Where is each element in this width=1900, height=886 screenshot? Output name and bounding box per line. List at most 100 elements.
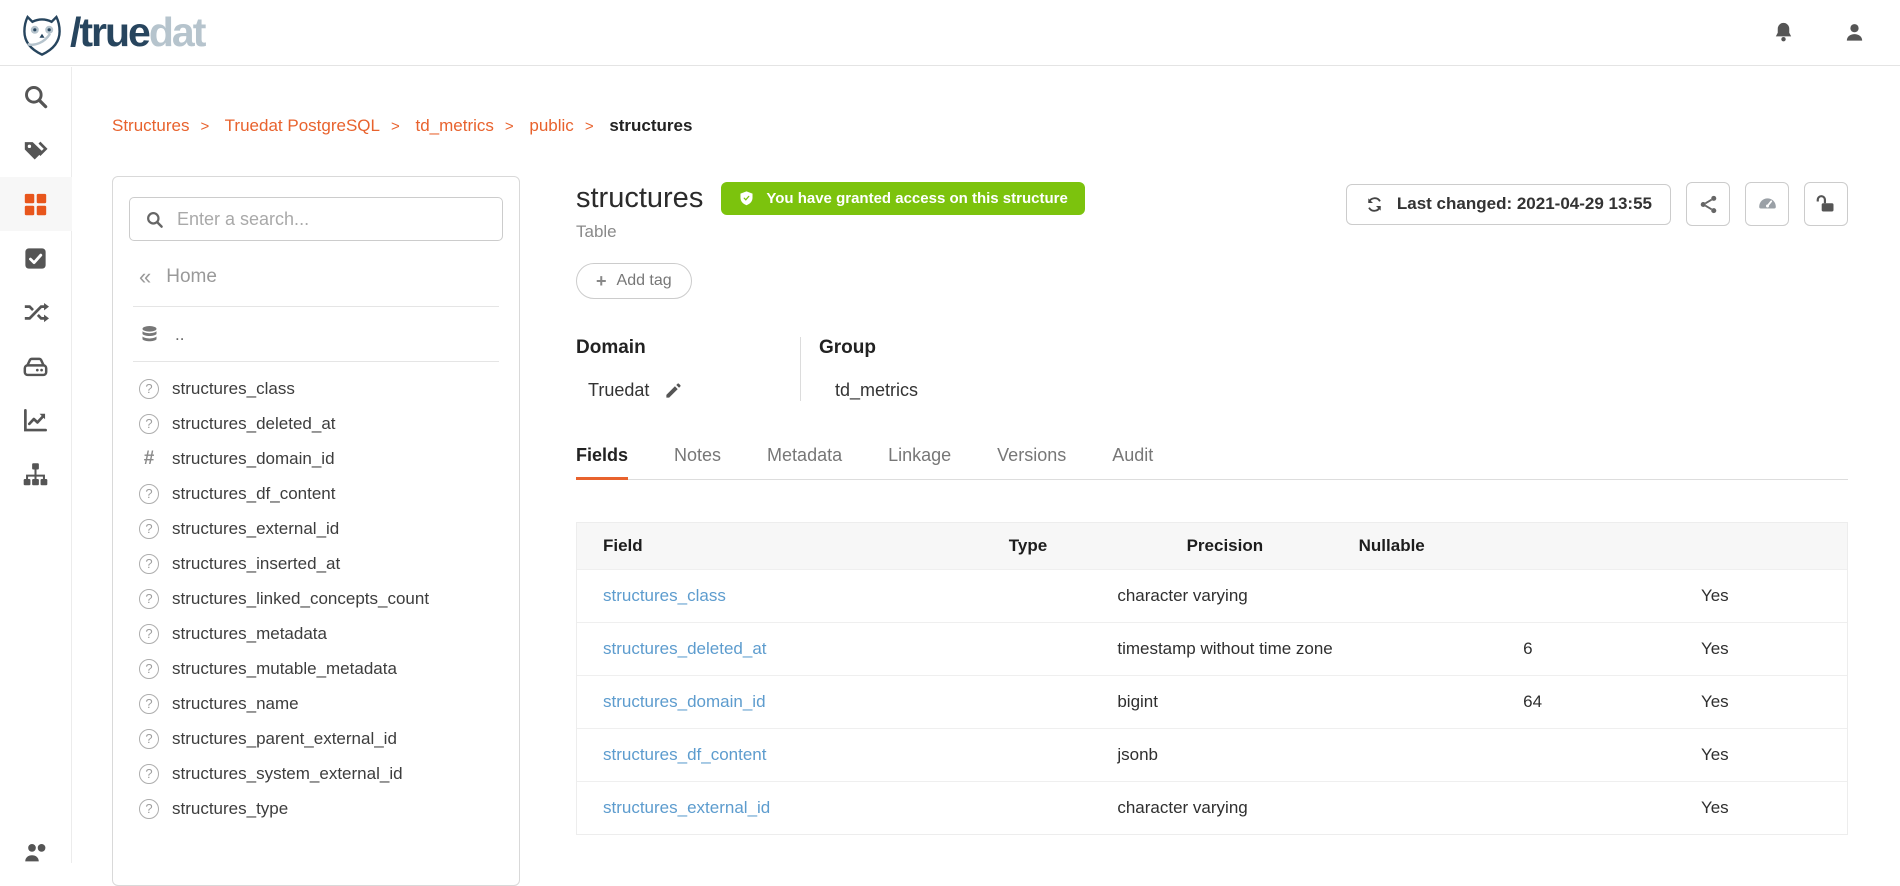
table-row: structures_df_content jsonb Yes: [577, 728, 1847, 781]
tab[interactable]: Notes: [674, 445, 721, 479]
field-type-icon: ?: [139, 414, 159, 434]
divider: [133, 361, 499, 362]
user-account-icon[interactable]: [1843, 21, 1866, 44]
field-list-item[interactable]: ? structures_df_content: [129, 476, 503, 511]
field-link[interactable]: structures_external_id: [603, 798, 770, 817]
field-list-item[interactable]: ? structures_linked_concepts_count: [129, 581, 503, 616]
field-precision-cell: 6: [1523, 639, 1701, 659]
field-type-icon: ?: [139, 659, 159, 679]
nav-dashboards[interactable]: [0, 393, 72, 447]
access-badge-label: You have granted access on this structur…: [766, 190, 1067, 207]
tab[interactable]: Metadata: [767, 445, 842, 479]
field-type-icon: ?: [139, 694, 159, 714]
home-link[interactable]: « Home: [139, 266, 503, 288]
breadcrumb-separator: >: [505, 118, 514, 135]
table-row: structures_domain_id bigint 64 Yes: [577, 675, 1847, 728]
breadcrumb-current: structures: [609, 116, 692, 135]
field-list-label: structures_parent_external_id: [172, 729, 397, 749]
nav-systems[interactable]: [0, 339, 72, 393]
panel-search-box: [129, 197, 503, 241]
top-bar: /truedat: [0, 0, 1900, 66]
field-link[interactable]: structures_df_content: [603, 745, 766, 764]
field-link[interactable]: structures_class: [603, 586, 726, 605]
add-tag-button[interactable]: + Add tag: [576, 263, 692, 299]
nav-quality[interactable]: [0, 231, 72, 285]
page-title: structures: [576, 182, 703, 215]
field-list-item[interactable]: ? structures_external_id: [129, 511, 503, 546]
nav-partial-bottom[interactable]: [0, 840, 72, 880]
field-type-icon: ?: [139, 519, 159, 539]
unlock-button[interactable]: [1804, 182, 1848, 226]
field-list-item[interactable]: ? structures_system_external_id: [129, 756, 503, 791]
field-nullable-cell: Yes: [1701, 586, 1847, 606]
fields-table-body: structures_class character varying Yes s…: [577, 569, 1847, 834]
grid-icon: [22, 191, 49, 218]
field-list-item[interactable]: ? structures_deleted_at: [129, 406, 503, 441]
parent-label: ..: [175, 325, 184, 345]
drive-icon: [22, 353, 49, 380]
group-value: td_metrics: [835, 380, 918, 401]
nav-search[interactable]: [0, 69, 72, 123]
field-list: ? structures_class ? structures_deleted_…: [129, 371, 503, 826]
search-input[interactable]: [177, 209, 487, 230]
nav-rail: [0, 67, 72, 863]
tab[interactable]: Versions: [997, 445, 1066, 479]
field-list-label: structures_inserted_at: [172, 554, 340, 574]
field-type-icon: #: [139, 449, 159, 469]
field-list-item[interactable]: ? structures_inserted_at: [129, 546, 503, 581]
detail-tabs: Fields Notes Metadata Linkage Versions A…: [576, 445, 1848, 480]
field-list-label: structures_name: [172, 694, 299, 714]
field-list-item[interactable]: ? structures_class: [129, 371, 503, 406]
field-list-item[interactable]: ? structures_parent_external_id: [129, 721, 503, 756]
field-nullable-cell: Yes: [1701, 798, 1847, 818]
field-list-item[interactable]: ? structures_mutable_metadata: [129, 651, 503, 686]
field-nullable-cell: Yes: [1701, 692, 1847, 712]
field-list-label: structures_domain_id: [172, 449, 335, 469]
parent-structure-item[interactable]: ..: [139, 324, 503, 345]
field-type-cell: bigint: [1091, 692, 1523, 712]
domain-label: Domain: [576, 337, 800, 359]
tab[interactable]: Fields: [576, 445, 628, 479]
search-icon: [22, 83, 49, 110]
table-column-header: Field: [577, 536, 1009, 556]
field-list-label: structures_class: [172, 379, 295, 399]
shield-icon: [738, 190, 755, 207]
field-type-icon: ?: [139, 764, 159, 784]
nav-taxonomy[interactable]: [0, 447, 72, 501]
last-changed-button[interactable]: Last changed: 2021-04-29 13:55: [1346, 184, 1671, 225]
field-list-label: structures_linked_concepts_count: [172, 589, 429, 609]
breadcrumb: Structures > Truedat PostgreSQL > td_metri…: [112, 116, 692, 136]
field-link[interactable]: structures_domain_id: [603, 692, 766, 711]
field-list-item[interactable]: ? structures_metadata: [129, 616, 503, 651]
truedat-logo[interactable]: /truedat: [18, 9, 204, 57]
structure-detail: structures You have granted access on th…: [576, 182, 1848, 835]
fields-table: Field Type Precision Nullable structures…: [576, 522, 1848, 835]
search-icon: [145, 210, 164, 229]
fields-table-header: Field Type Precision Nullable: [577, 523, 1847, 569]
breadcrumb-link[interactable]: Structures: [112, 116, 189, 135]
nav-structures[interactable]: [0, 177, 72, 231]
field-list-item[interactable]: ? structures_type: [129, 791, 503, 826]
tab[interactable]: Linkage: [888, 445, 951, 479]
field-list-item[interactable]: ? structures_name: [129, 686, 503, 721]
field-list-label: structures_df_content: [172, 484, 335, 504]
share-button[interactable]: [1686, 182, 1730, 226]
nav-tags[interactable]: [0, 123, 72, 177]
field-type-icon: ?: [139, 589, 159, 609]
structure-type-label: Table: [576, 222, 1085, 242]
breadcrumb-link[interactable]: td_metrics: [415, 116, 493, 135]
field-list-item[interactable]: # structures_domain_id: [129, 441, 503, 476]
field-type-cell: jsonb: [1091, 745, 1523, 765]
table-column-header: Precision: [1187, 536, 1333, 556]
edit-pencil-icon[interactable]: [664, 381, 683, 400]
field-type-cell: character varying: [1091, 586, 1523, 606]
breadcrumb-link[interactable]: public: [529, 116, 573, 135]
quality-gauge-button[interactable]: [1745, 182, 1789, 226]
field-link[interactable]: structures_deleted_at: [603, 639, 767, 658]
notifications-bell-icon[interactable]: [1772, 21, 1795, 44]
tab[interactable]: Audit: [1112, 445, 1153, 479]
breadcrumb-separator: >: [391, 118, 400, 135]
owl-icon: [18, 9, 66, 57]
nav-lineage[interactable]: [0, 285, 72, 339]
breadcrumb-link[interactable]: Truedat PostgreSQL: [225, 116, 380, 135]
